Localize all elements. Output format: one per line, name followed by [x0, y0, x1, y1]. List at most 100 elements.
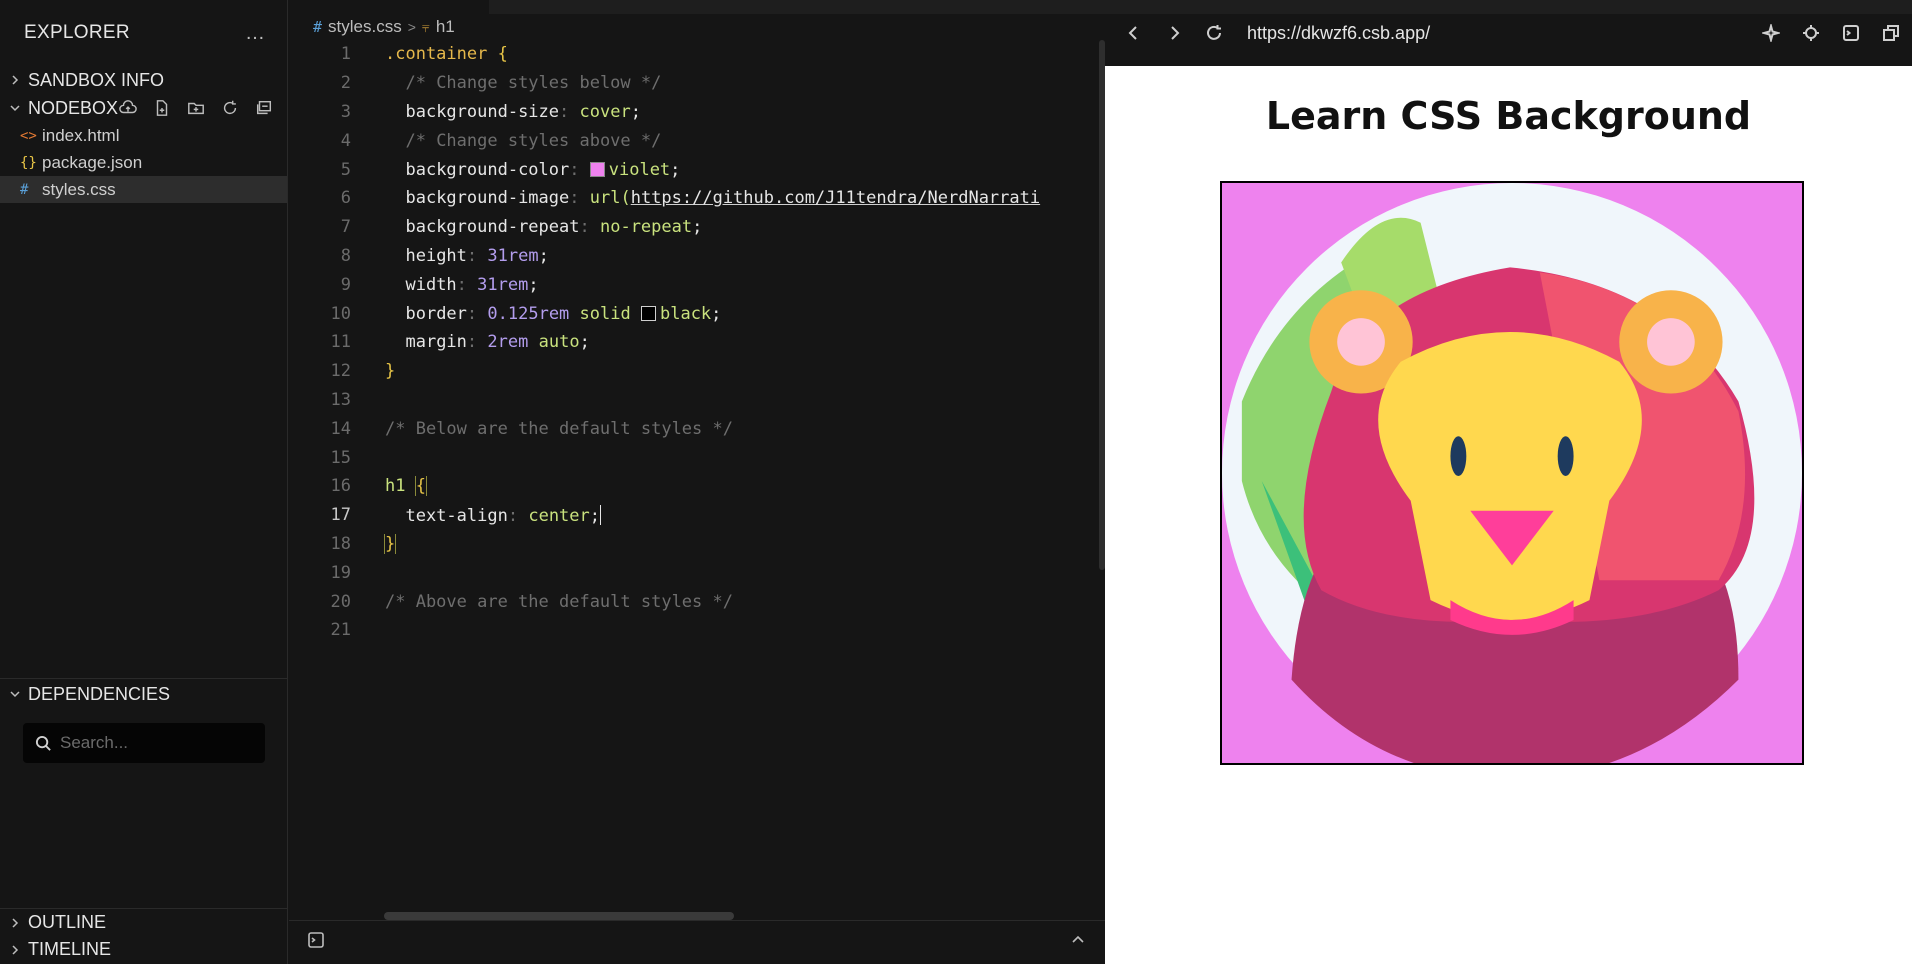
- line-number: 1: [340, 44, 351, 65]
- browser-preview: https://dkwzf6.csb.app/ Learn CSS Backgr…: [1105, 0, 1912, 964]
- active-tab[interactable]: [289, 0, 489, 14]
- chevron-right-icon: >: [407, 19, 416, 35]
- outline-section[interactable]: OUTLINE: [0, 909, 287, 936]
- breadcrumb-file[interactable]: styles.css: [328, 17, 402, 37]
- comment: /* Above are the default styles */: [385, 591, 733, 612]
- file-index-html[interactable]: <> index.html: [0, 122, 287, 149]
- line-number: 12: [330, 361, 351, 382]
- color-swatch[interactable]: [589, 161, 605, 177]
- dependency-search-input[interactable]: [60, 733, 250, 753]
- preview-toolbar: https://dkwzf6.csb.app/: [1105, 0, 1912, 66]
- sparkle-icon[interactable]: [1760, 22, 1782, 44]
- preview-tab-strip: [1105, 0, 1912, 14]
- value: solid: [579, 303, 631, 324]
- refresh-icon[interactable]: [220, 98, 240, 118]
- chevron-down-icon: [6, 688, 24, 700]
- forward-icon[interactable]: [1163, 22, 1185, 44]
- explorer-sidebar: EXPLORER … SANDBOX INFO NODEBOX <> index…: [0, 0, 288, 964]
- line-number: 7: [340, 217, 351, 238]
- horizontal-scrollbar[interactable]: [384, 912, 734, 920]
- sandbox-info-label: SANDBOX INFO: [28, 69, 165, 90]
- comment: /* Below are the default styles */: [385, 418, 733, 439]
- lion-background-image: [1222, 183, 1802, 763]
- url-link[interactable]: https://github.com/J11tendra/NerdNarrati: [631, 188, 1040, 208]
- value: auto: [538, 332, 580, 353]
- brace: {: [414, 476, 428, 497]
- property: text-align: [405, 505, 508, 526]
- code-area[interactable]: 1 .container { 2 /* Change styles below *…: [289, 40, 1105, 645]
- collapse-all-icon[interactable]: [254, 98, 274, 118]
- chevron-right-icon: [6, 74, 24, 86]
- selector: .container: [385, 44, 488, 65]
- css-file-icon: #: [20, 181, 29, 198]
- line-number: 19: [330, 562, 351, 583]
- dependencies-section[interactable]: DEPENDENCIES: [0, 679, 287, 709]
- back-icon[interactable]: [1123, 22, 1145, 44]
- file-name: package.json: [42, 152, 143, 172]
- property: height: [405, 245, 467, 266]
- open-new-window-icon[interactable]: [1880, 22, 1902, 44]
- line-number: 9: [340, 274, 351, 295]
- breadcrumb-symbol[interactable]: h1: [436, 17, 455, 37]
- page-heading: Learn CSS Background: [1265, 94, 1752, 138]
- brace: }: [385, 361, 396, 382]
- line-number: 8: [340, 245, 351, 266]
- color-swatch[interactable]: [640, 305, 656, 321]
- value: center: [528, 505, 590, 526]
- code-line: 1 .container {: [289, 40, 1105, 69]
- dependencies-label: DEPENDENCIES: [28, 683, 171, 704]
- html-file-icon: <>: [20, 127, 37, 144]
- file-styles-css[interactable]: # styles.css: [0, 176, 287, 203]
- line-number: 3: [340, 101, 351, 122]
- code-editor: # styles.css > ⫧ h1 1 .container { 2 /* C…: [289, 0, 1105, 964]
- url-function: url(: [589, 188, 631, 209]
- value: 31rem: [487, 245, 539, 266]
- value: violet: [608, 159, 671, 180]
- reload-icon[interactable]: [1203, 22, 1225, 44]
- selector: h1: [385, 476, 406, 497]
- nodebox-section[interactable]: NODEBOX: [0, 94, 287, 122]
- code-line: 11 margin: 2rem auto;: [289, 328, 1105, 357]
- background-container: [1220, 181, 1804, 765]
- timeline-section[interactable]: TIMELINE: [0, 936, 287, 963]
- json-file-icon: {}: [20, 154, 37, 171]
- chevron-up-icon[interactable]: [1069, 931, 1087, 954]
- line-number: 21: [330, 620, 351, 641]
- dependencies-panel: DEPENDENCIES: [0, 678, 287, 763]
- line-number: 20: [330, 591, 351, 612]
- code-line: 5 background-color: violet;: [289, 155, 1105, 184]
- file-name: index.html: [42, 125, 120, 145]
- address-bar[interactable]: https://dkwzf6.csb.app/: [1247, 23, 1430, 44]
- code-line: 17 text-align: center;: [289, 501, 1105, 530]
- line-number: 6: [340, 188, 351, 209]
- line-number: 13: [330, 389, 351, 410]
- editor-tab-strip: [289, 0, 1105, 14]
- file-package-json[interactable]: {} package.json: [0, 149, 287, 176]
- breadcrumb: # styles.css > ⫧ h1: [313, 16, 455, 38]
- line-number: 17: [330, 505, 351, 526]
- code-line: 21: [289, 616, 1105, 645]
- dependency-search: [23, 723, 265, 763]
- brace: }: [383, 533, 397, 554]
- comment: /* Change styles above */: [405, 130, 662, 151]
- console-icon[interactable]: [1840, 22, 1862, 44]
- search-icon: [35, 735, 51, 751]
- more-actions-icon[interactable]: …: [245, 22, 265, 45]
- text-cursor: [600, 504, 602, 525]
- code-line: 14 /* Below are the default styles */: [289, 414, 1105, 443]
- outline-label: OUTLINE: [28, 912, 107, 932]
- crosshair-icon[interactable]: [1800, 22, 1822, 44]
- new-file-icon[interactable]: [152, 98, 172, 118]
- cloud-upload-icon[interactable]: [118, 98, 138, 118]
- timeline-label: TIMELINE: [28, 939, 112, 959]
- new-folder-icon[interactable]: [186, 98, 206, 118]
- sandbox-info-section[interactable]: SANDBOX INFO: [0, 66, 287, 94]
- css-file-icon: #: [313, 18, 323, 36]
- terminal-icon[interactable]: [307, 931, 325, 954]
- property: background-repeat: [405, 217, 580, 238]
- explorer-header: EXPLORER …: [0, 0, 287, 66]
- code-line: 12}: [289, 357, 1105, 386]
- value: no-repeat: [599, 217, 693, 238]
- property: background-image: [405, 188, 570, 209]
- value: 31rem: [477, 274, 529, 295]
